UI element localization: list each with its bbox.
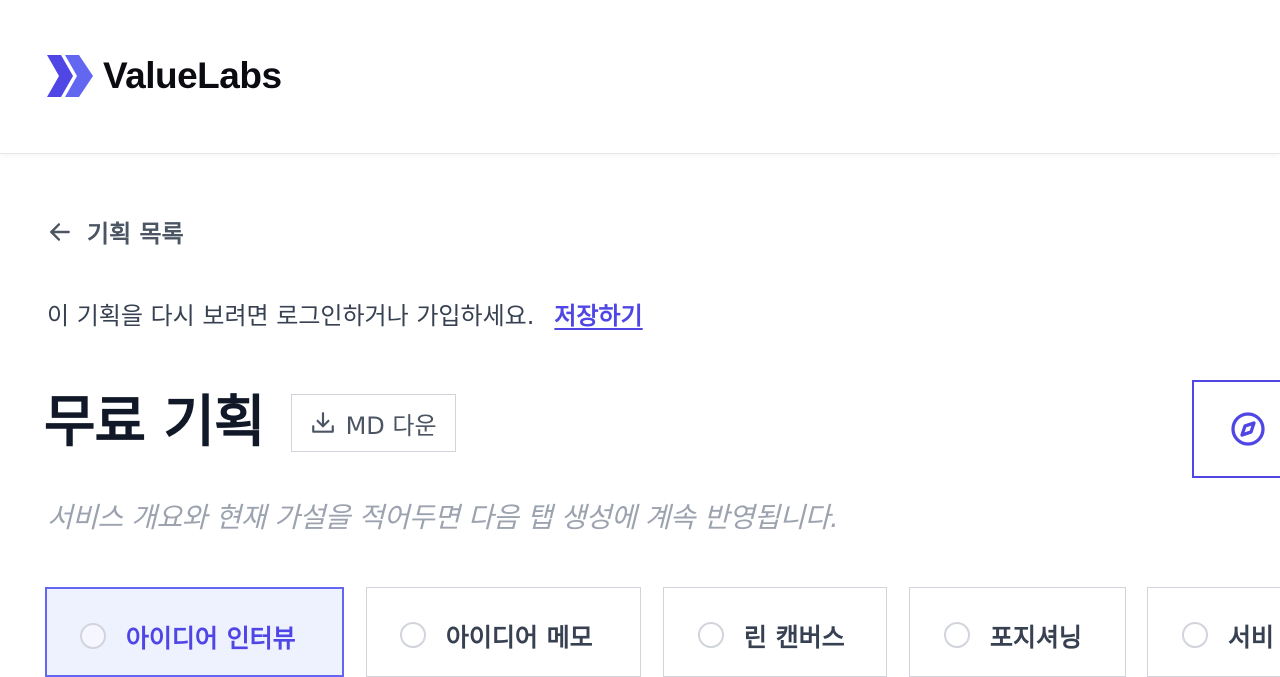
tab-label: 포지셔닝 — [990, 623, 1083, 652]
tab-label: 서비 — [1228, 623, 1275, 652]
radio-indicator — [944, 622, 970, 648]
title-row: 무료 기획 MD 다운 — [44, 394, 456, 452]
arrow-left-icon — [50, 222, 70, 241]
back-link-label: 기획 목록 — [87, 220, 184, 248]
page-subtitle: 서비스 개요와 현재 가설을 적어두면 다음 탭 생성에 계속 반영됩니다. — [47, 501, 839, 534]
tab-label: 아이디어 메모 — [446, 623, 593, 652]
radio-indicator — [1182, 622, 1208, 648]
radio-indicator — [698, 622, 724, 648]
radio-indicator — [80, 623, 106, 649]
login-notice: 이 기획을 다시 보려면 로그인하거나 가입하세요. 저장하기 — [47, 296, 643, 331]
tab-positioning[interactable]: 포지셔닝 — [909, 587, 1126, 677]
brand-name: ValueLabs — [103, 55, 282, 96]
compass-icon — [1231, 412, 1265, 446]
tab-lean-canvas[interactable]: 린 캔버스 — [663, 587, 887, 677]
login-notice-text: 이 기획을 다시 보려면 로그인하거나 가입하세요. — [47, 302, 535, 330]
tab-label: 아이디어 인터뷰 — [126, 624, 296, 653]
save-link[interactable]: 저장하기 — [554, 296, 642, 331]
tab-label: 린 캔버스 — [744, 623, 845, 652]
tab-idea-interview[interactable]: 아이디어 인터뷰 — [45, 587, 344, 677]
back-to-plan-list-link[interactable]: 기획 목록 — [47, 214, 184, 249]
page-title: 무료 기획 — [44, 390, 266, 455]
md-download-button[interactable]: MD 다운 — [290, 394, 456, 452]
tab-service[interactable]: 서비 — [1147, 587, 1280, 677]
brand-logo[interactable]: ValueLabs — [47, 55, 282, 97]
compass-button[interactable] — [1192, 380, 1280, 478]
radio-indicator — [400, 622, 426, 648]
section-tabs: 아이디어 인터뷰 아이디어 메모 린 캔버스 포지셔닝 서비 — [0, 587, 1280, 677]
download-icon — [311, 412, 334, 433]
md-download-label: MD 다운 — [345, 411, 437, 440]
top-header: ValueLabs — [0, 0, 1280, 154]
tab-idea-memo[interactable]: 아이디어 메모 — [366, 587, 641, 677]
double-chevron-logo-icon — [47, 55, 93, 97]
